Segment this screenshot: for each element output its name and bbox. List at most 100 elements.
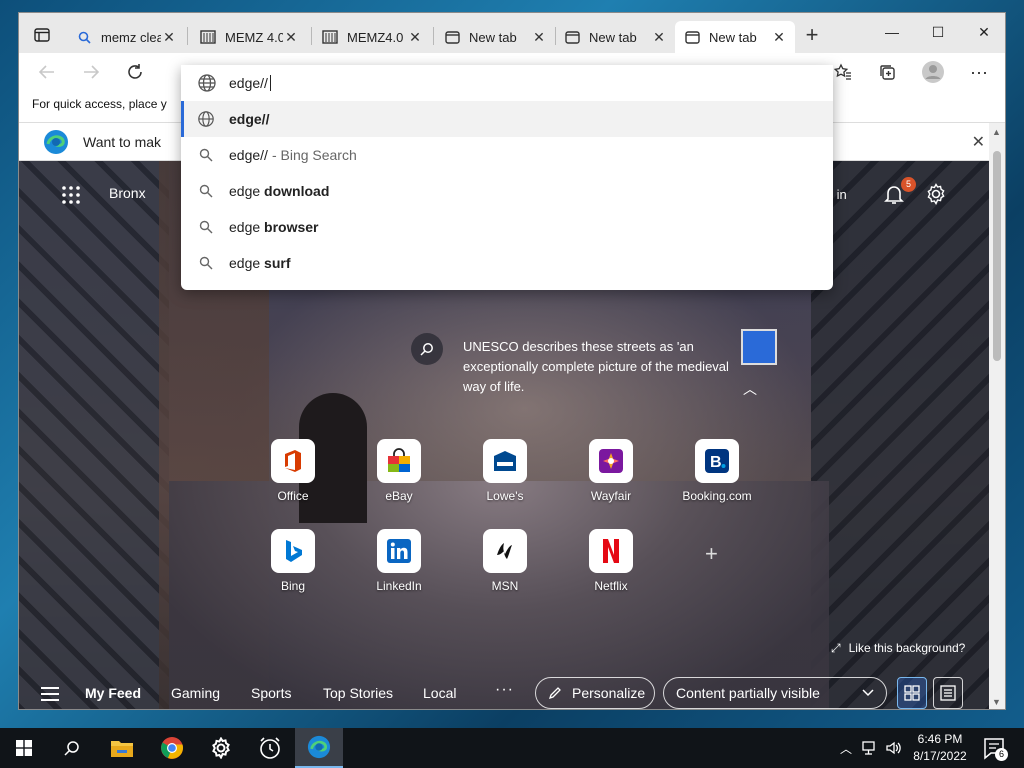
content-visibility-dropdown[interactable]: Content partially visible [663,677,887,709]
tab-memz-search[interactable]: memz clea ✕ [67,21,185,53]
close-window-button[interactable]: ✕ [961,17,1005,47]
collections-button[interactable] [873,59,901,85]
notification-count-badge: 6 [995,748,1008,761]
quick-link-label: Lowe's [486,489,524,503]
feed-tab-my-feed[interactable]: My Feed [85,685,141,701]
taskbar-settings[interactable] [197,728,245,768]
refresh-icon [128,64,142,79]
refresh-button[interactable] [121,59,149,85]
forward-button[interactable] [77,59,105,85]
grid-icon [904,685,920,701]
suggestion-item[interactable]: edge surf [181,245,833,281]
quick-link-netflix[interactable]: Netflix [571,529,651,605]
close-icon[interactable]: ✕ [283,29,299,46]
suggestion-item[interactable]: edge download [181,173,833,209]
suggestion-item[interactable]: edge// - Bing Search [181,137,833,173]
add-shortcut-button[interactable]: + [705,541,718,567]
taskbar-file-explorer[interactable] [98,728,146,768]
gear-icon[interactable] [925,183,947,205]
feed-tab-gaming[interactable]: Gaming [171,685,220,701]
close-icon[interactable]: ✕ [161,29,177,46]
weather-location[interactable]: Bronx [109,185,146,201]
chrome-icon [161,737,183,759]
quick-link-bing[interactable]: Bing [253,529,333,605]
feed-more-button[interactable]: ··· [495,681,514,699]
suggestion-item[interactable]: edge browser [181,209,833,245]
tab-actions-icon [34,28,50,42]
taskbar-search-button[interactable] [48,728,96,768]
like-background-link[interactable]: ⤢ Like this background? [831,641,965,656]
grid-view-button[interactable] [897,677,927,709]
notification-badge: 5 [901,177,916,192]
scroll-up-arrow[interactable]: ▲ [992,127,1001,137]
search-icon [197,218,215,236]
scroll-down-arrow[interactable]: ▼ [992,697,1001,707]
taskbar-edge[interactable] [295,728,343,768]
taskbar-alarms-clock[interactable] [246,728,294,768]
text-caret [269,75,271,91]
back-button[interactable] [33,59,61,85]
suggestion-item[interactable]: edge// [181,101,833,137]
background-image-detail [19,161,169,709]
close-icon[interactable]: ✕ [972,132,985,152]
close-icon[interactable]: ✕ [651,29,667,46]
favorites-button[interactable] [829,59,857,85]
quick-link-wayfair[interactable]: Wayfair [571,439,651,515]
edge-logo-icon [307,735,331,759]
minimize-button[interactable]: — [869,17,915,47]
taskbar: ︿ 6:46 PM 8/17/2022 6 [0,728,1024,768]
tab-memz-1[interactable]: MEMZ 4.0 ✕ [191,21,307,53]
tab-label: MEMZ4.0 [347,29,404,45]
suggestion-hint: - Bing Search [271,147,357,163]
quick-link-linkedin[interactable]: LinkedIn [359,529,439,605]
list-view-button[interactable] [933,677,963,709]
clock-date: 8/17/2022 [913,749,967,763]
new-tab-button[interactable]: + [799,23,825,49]
newtab-icon [563,28,581,46]
expand-icon: ⤢ [831,641,841,655]
linkedin-icon [377,529,421,573]
network-icon[interactable] [862,741,878,755]
taskbar-clock[interactable]: 6:46 PM 8/17/2022 [910,731,970,765]
volume-icon[interactable] [886,741,902,755]
quick-link-booking[interactable]: B Booking.com [677,439,757,515]
quick-link-label: Wayfair [590,489,632,503]
profile-button[interactable] [919,59,947,85]
hamburger-menu-icon[interactable] [41,687,59,701]
settings-more-button[interactable]: ··· [965,59,993,85]
gear-icon [212,737,230,759]
tab-new-2[interactable]: New tab ✕ [555,21,675,53]
tab-actions-button[interactable] [27,23,57,47]
address-input-value[interactable]: edge// [229,75,268,91]
feed-tab-top-stories[interactable]: Top Stories [323,685,393,701]
feed-tab-sports[interactable]: Sports [251,685,291,701]
quick-link-office[interactable]: Office [253,439,333,515]
chevron-up-icon[interactable]: ︿ [840,740,852,757]
start-button[interactable] [0,728,48,768]
tab-new-active[interactable]: New tab ✕ [675,21,795,53]
address-bar[interactable]: edge// [181,65,833,101]
quick-link-msn[interactable]: MSN [465,529,545,605]
maximize-button[interactable]: ☐ [915,17,961,47]
tab-label: MEMZ 4.0 [225,29,283,45]
chevron-up-icon[interactable]: ︿ [743,379,757,399]
tab-memz-2[interactable]: MEMZ4.0 ✕ [313,21,431,53]
feed-tab-local[interactable]: Local [423,685,456,701]
netflix-icon [589,529,633,573]
background-search-button[interactable] [411,333,443,365]
scroll-thumb[interactable] [993,151,1001,361]
pencil-icon [548,687,561,700]
personalize-button[interactable]: Personalize [535,677,655,709]
app-launcher-icon[interactable] [61,185,81,205]
taskbar-chrome[interactable] [148,728,196,768]
page-scrollbar[interactable]: ▲ ▼ [989,123,1005,709]
more-icon: ··· [970,61,988,82]
close-icon[interactable]: ✕ [771,29,787,46]
close-icon[interactable]: ✕ [407,29,423,46]
close-icon[interactable]: ✕ [531,29,547,46]
background-caption[interactable]: UNESCO describes these streets as 'an ex… [463,337,733,397]
quick-link-ebay[interactable]: eBay [359,439,439,515]
tab-new-1[interactable]: New tab ✕ [435,21,555,53]
quick-link-lowes[interactable]: Lowe's [465,439,545,515]
newtab-icon [443,28,461,46]
